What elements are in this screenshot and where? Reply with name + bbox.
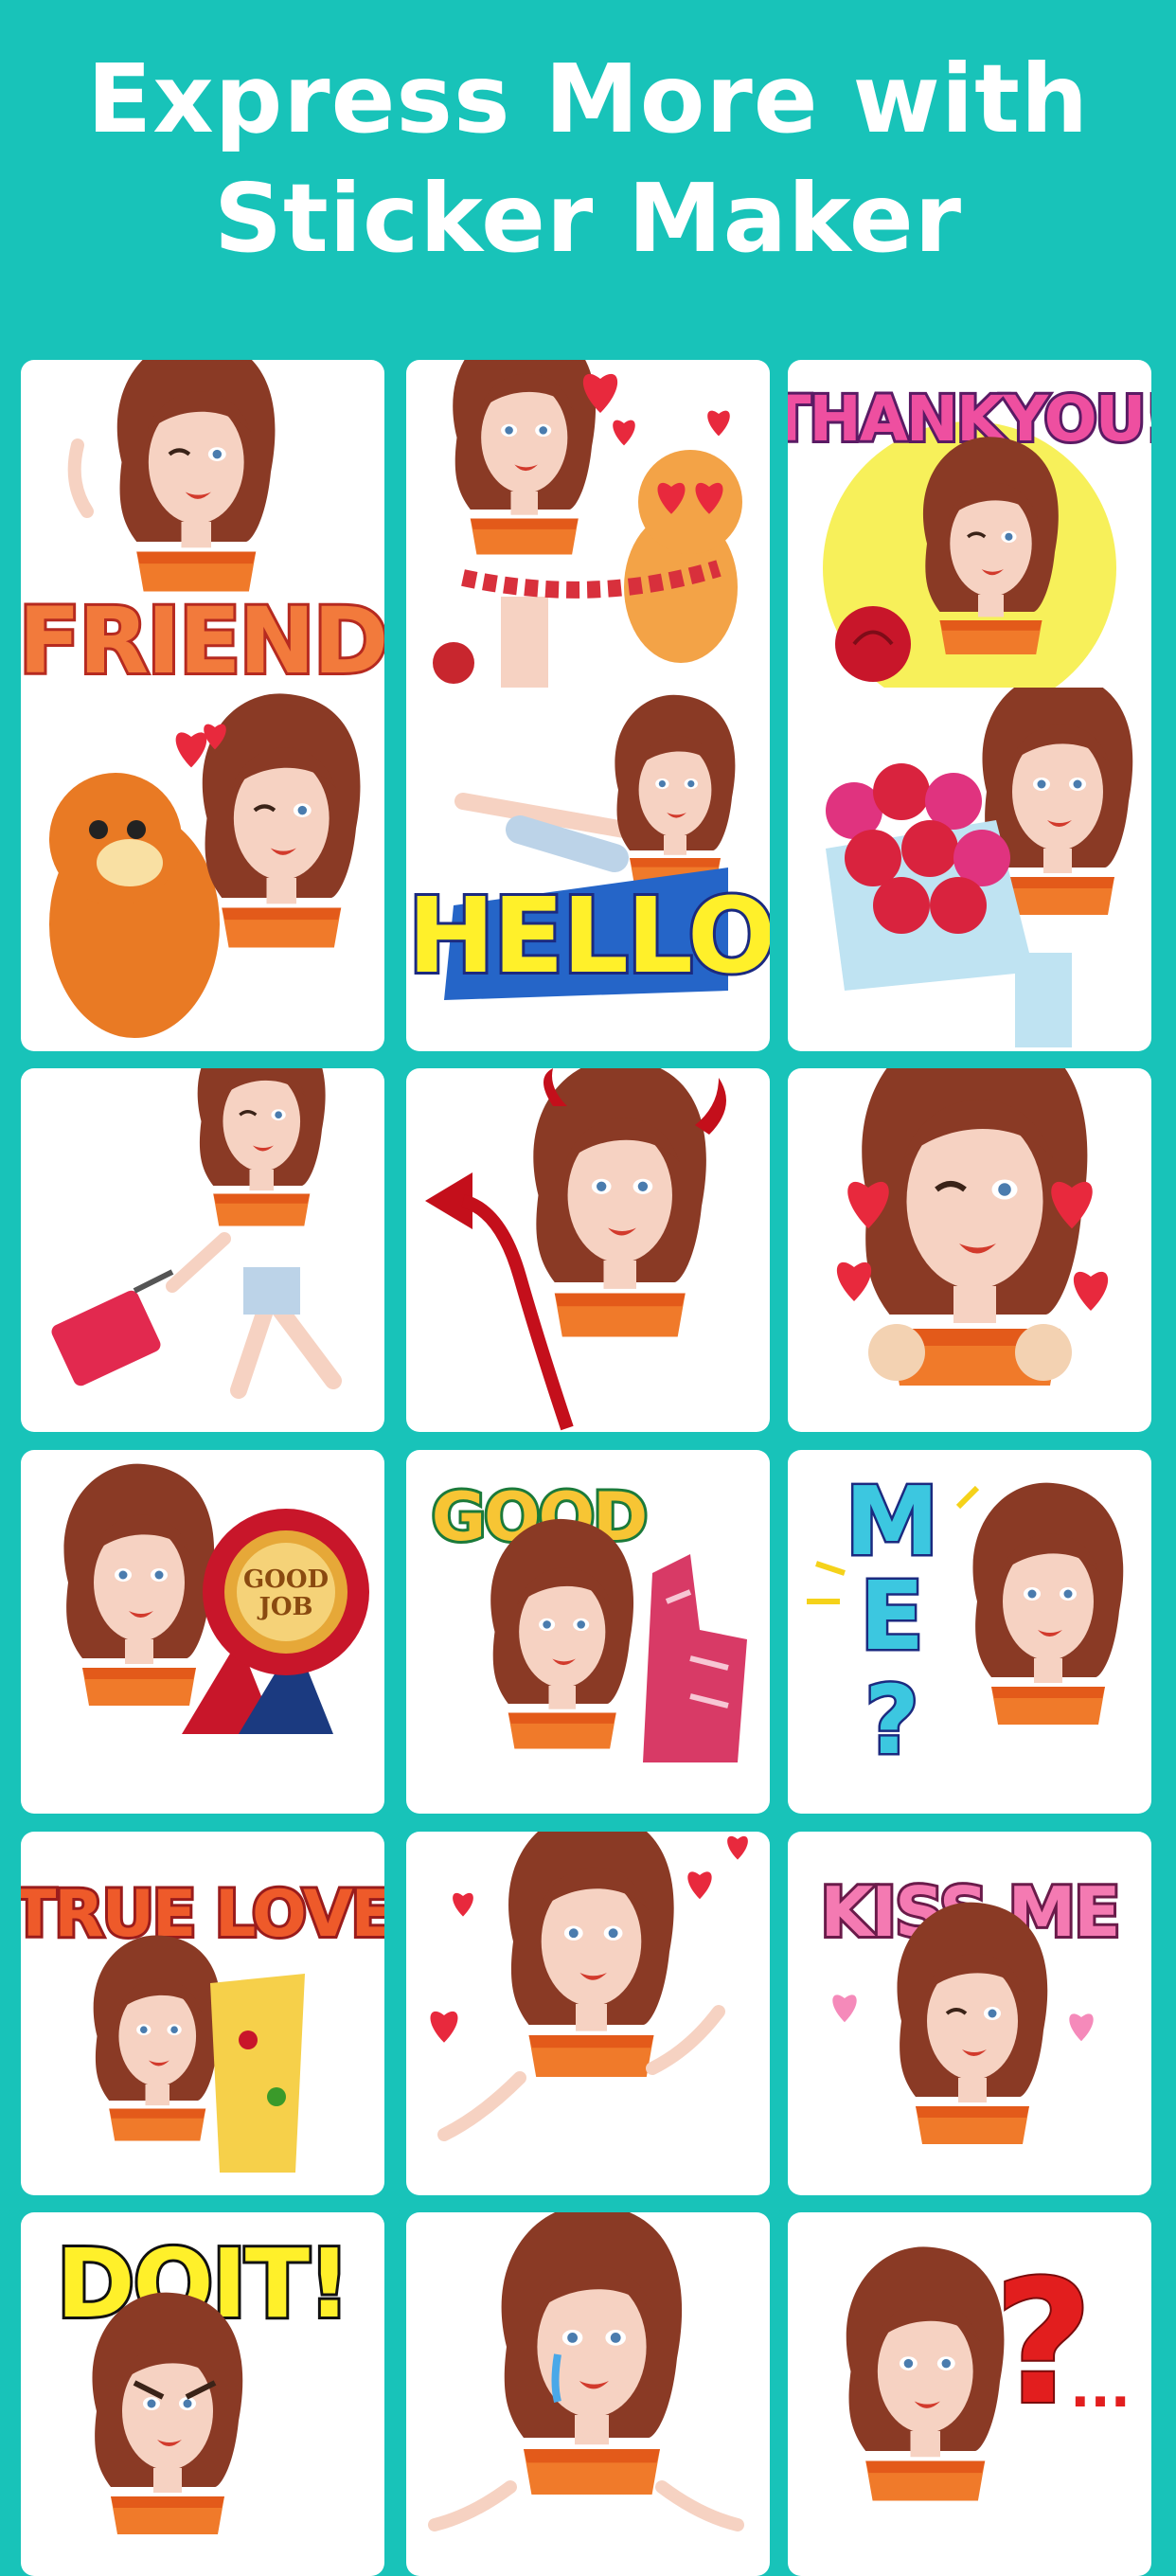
sticker-tile-suitcase[interactable]: [21, 1068, 384, 1432]
hearts-icon: [430, 1832, 748, 2141]
sticker-tile-kiss-me[interactable]: KISS ME: [788, 1832, 1151, 2195]
suitcase-icon: [51, 1068, 342, 1399]
cat-hug-icon: [49, 693, 361, 1038]
sticker-tile-thank-you[interactable]: THANKYOU!: [788, 360, 1151, 724]
header-banner: Express More with Sticker Maker: [0, 0, 1176, 417]
page-title: Express More with Sticker Maker: [0, 40, 1176, 278]
title-line-2: Sticker Maker: [213, 163, 963, 274]
sticker-tile-hearts-dance[interactable]: [406, 1832, 770, 2195]
title-line-1: Express More with: [86, 44, 1090, 154]
cat-scarf-icon: [433, 360, 742, 701]
svg-text:...: ...: [1070, 2358, 1131, 2420]
svg-text:FRIEND: FRIEND: [21, 588, 384, 694]
question-mark-icon: ? ...: [846, 2243, 1131, 2501]
medal-icon: GOOD JOB: [63, 1463, 369, 1734]
sticker-tile-devil[interactable]: [406, 1068, 770, 1432]
thumbs-up-icon: GOOD: [429, 1476, 747, 1762]
question-icon: M E ?: [807, 1464, 1124, 1779]
sticker-tile-cat-hug[interactable]: [21, 688, 384, 1051]
svg-text:GOOD: GOOD: [243, 1565, 329, 1594]
hearts-icon: [836, 1068, 1109, 1386]
svg-text:JOB: JOB: [258, 1593, 313, 1621]
bouquet-icon: [826, 688, 1133, 1047]
devil-horns-icon: [425, 1068, 726, 1431]
crying-icon: [428, 2212, 744, 2531]
friend-wave-icon: FRIEND: [21, 360, 384, 697]
sticker-tile-hello[interactable]: HELLO: [406, 688, 770, 1051]
sticker-tile-true-love[interactable]: TRUE LOVE: [21, 1832, 384, 2195]
sticker-tile-good-job[interactable]: GOOD JOB: [21, 1450, 384, 1814]
sticker-tile-question[interactable]: ? ...: [788, 2212, 1151, 2576]
sticker-tile-me[interactable]: M E ?: [788, 1450, 1151, 1814]
svg-text:HELLO: HELLO: [408, 875, 770, 996]
hello-icon: HELLO: [406, 694, 770, 1000]
sticker-tile-flowers[interactable]: [788, 688, 1151, 1051]
sticker-tile-cat-scarf[interactable]: [406, 360, 770, 724]
sticker-tile-do-it[interactable]: DOIT!: [21, 2212, 384, 2576]
angry-icon: DOIT!: [53, 2226, 354, 2534]
sticker-tile-hearts-cat-paws[interactable]: [788, 1068, 1151, 1432]
kiss-icon: KISS ME: [818, 1869, 1123, 2144]
svg-text:?: ?: [864, 1665, 919, 1776]
pizza-icon: TRUE LOVE: [21, 1874, 384, 2173]
sticker-tile-friend[interactable]: FRIEND: [21, 360, 384, 724]
svg-text:TRUE LOVE: TRUE LOVE: [21, 1877, 384, 1952]
rose-icon: THANKYOU!: [788, 380, 1151, 715]
svg-text:E: E: [860, 1561, 924, 1672]
sticker-tile-good[interactable]: GOOD: [406, 1450, 770, 1814]
sticker-tile-crying[interactable]: [406, 2212, 770, 2576]
